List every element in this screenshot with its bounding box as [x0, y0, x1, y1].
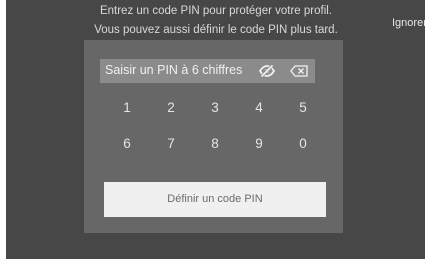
key-9[interactable]: 9: [247, 134, 271, 154]
pin-input[interactable]: Saisir un PIN à 6 chiffres: [100, 59, 315, 83]
prompt-line-2: Vous pouvez aussi définir le code PIN pl…: [94, 24, 338, 36]
key-0[interactable]: 0: [291, 134, 315, 154]
key-3[interactable]: 3: [203, 98, 227, 118]
prompt-line-1: Entrez un code PIN pour protéger votre p…: [99, 5, 333, 17]
key-7[interactable]: 7: [159, 134, 183, 154]
eye-slash-icon[interactable]: [258, 62, 276, 80]
set-pin-button[interactable]: Définir un code PIN: [104, 182, 326, 217]
pin-placeholder: Saisir un PIN à 6 chiffres: [105, 63, 243, 77]
key-6[interactable]: 6: [115, 134, 139, 154]
key-1[interactable]: 1: [115, 98, 139, 118]
skip-button[interactable]: Ignorer: [392, 17, 425, 29]
pin-dialog: Saisir un PIN à 6 chiffres 1 2 3 4 5 6 7…: [84, 40, 343, 233]
key-8[interactable]: 8: [203, 134, 227, 154]
tv-screen: Entrez un code PIN pour protéger votre p…: [6, 0, 425, 259]
screen: Entrez un code PIN pour protéger votre p…: [0, 0, 425, 259]
key-4[interactable]: 4: [247, 98, 271, 118]
key-5[interactable]: 5: [291, 98, 315, 118]
key-2[interactable]: 2: [159, 98, 183, 118]
backspace-icon[interactable]: [290, 62, 308, 80]
